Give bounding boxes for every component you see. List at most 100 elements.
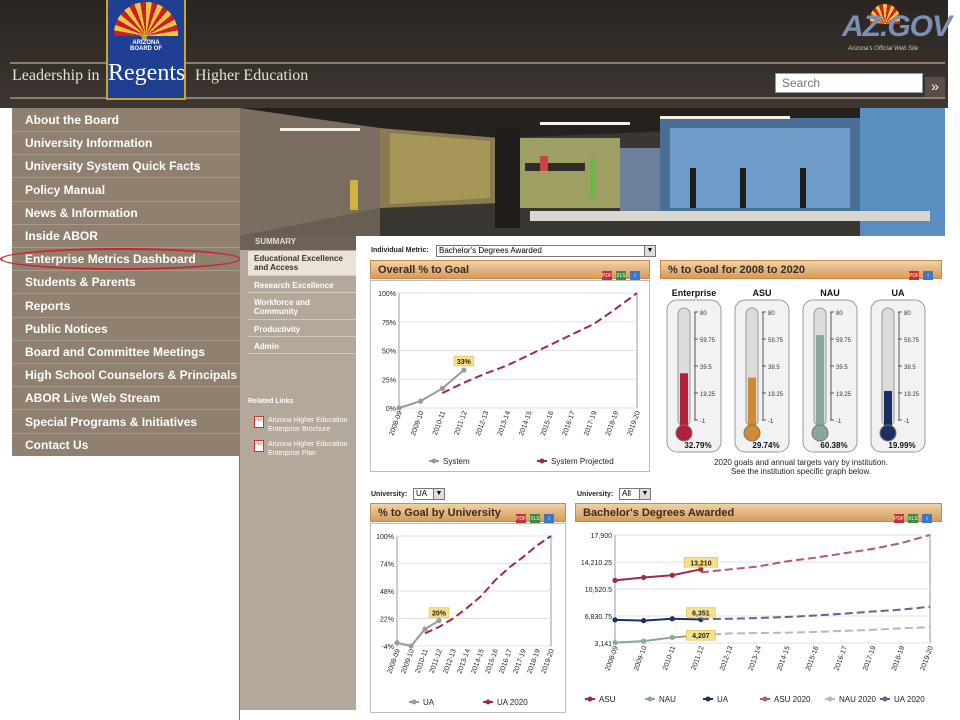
x-tick-label: 2010-11: [432, 410, 447, 436]
bachelors-chart: 17,900 14,210.25 10,520.5 6,830.75 3,141 2008…: [575, 523, 942, 713]
azgov-logo-text: AZ.GOV: [842, 10, 952, 43]
scale-label: 59.75: [836, 338, 852, 344]
x-tick-label: 2016-17: [834, 645, 849, 672]
nav-item-10[interactable]: Board and Committee Meetings: [12, 341, 240, 364]
summary-item-1[interactable]: Research Excellence: [248, 278, 356, 293]
thermometer-frame: [734, 299, 790, 453]
legend-label: UA: [423, 698, 435, 707]
x-tick-label: 2017-19: [513, 648, 528, 675]
legend-label: ASU 2020: [774, 695, 811, 704]
nav-item-13[interactable]: Special Programs & Initiatives: [12, 411, 240, 434]
logo-text: ARIZONA BOARD OF: [130, 40, 162, 52]
summary-item-4[interactable]: Admin: [248, 339, 356, 354]
nav-item-5[interactable]: Inside ABOR: [12, 225, 240, 248]
x-tick-label: 2017-19: [583, 410, 598, 437]
data-point: [408, 643, 414, 649]
scale-label: -1: [904, 419, 910, 425]
data-label: 6,351: [692, 611, 710, 618]
metric-select[interactable]: Bachelor's Degrees Awarded ▼: [436, 245, 656, 257]
x-tick-label: 2018-19: [605, 410, 620, 437]
legend-marker: [882, 696, 888, 702]
scale-label: 39.5: [768, 365, 780, 371]
legend-marker: [647, 696, 653, 702]
summary-item-2[interactable]: Workforce and Community: [248, 295, 356, 320]
legend-marker: [827, 696, 833, 702]
azgov-logo[interactable]: AZ.GOV Arizona's Official Web Site: [842, 4, 952, 54]
x-tick-label: 2011-12: [454, 410, 469, 436]
nav-item-7[interactable]: Students & Parents: [12, 271, 240, 295]
legend-label: UA: [717, 695, 729, 704]
thermometer-fill: [816, 335, 824, 426]
scale-label: -1: [836, 419, 842, 425]
panel-goal-actions: PDF i: [905, 264, 933, 282]
university-select[interactable]: UA ▼: [413, 488, 445, 500]
nav-item-14[interactable]: Contact Us: [12, 434, 240, 457]
nav-item-2[interactable]: University System Quick Facts: [12, 155, 240, 179]
university-select-value: UA: [416, 489, 428, 498]
scale-label: 59.75: [768, 338, 784, 344]
thermometer-chart: Enterprise 80 59.75 39.5 19.25 -1 32.79% ASU 80 5…: [660, 280, 942, 456]
nav-item-1[interactable]: University Information: [12, 132, 240, 156]
x-tick-label: 2015-16: [485, 648, 500, 675]
y-tick-label: 25%: [382, 377, 396, 384]
data-point: [641, 638, 647, 644]
legend-label: NAU: [659, 695, 676, 704]
nav-item-8[interactable]: Reports: [12, 295, 240, 318]
thermometer-title: ASU: [752, 288, 771, 298]
nav-item-3[interactable]: Policy Manual: [12, 179, 240, 202]
metric-select-value: Bachelor's Degrees Awarded: [439, 246, 542, 255]
nav-item-0[interactable]: About the Board: [12, 109, 240, 132]
university-label: University:: [371, 491, 408, 498]
legend-label: NAU 2020: [839, 695, 876, 704]
tagline-right: Higher Education: [195, 67, 309, 84]
legend-marker: [539, 458, 545, 464]
data-point: [641, 618, 647, 624]
data-point: [669, 616, 675, 622]
scale-label: 59.75: [700, 338, 716, 344]
scale-label: -1: [700, 419, 706, 425]
thermometer-value: 19.99%: [888, 441, 915, 450]
data-label: 33%: [457, 359, 472, 366]
logo-name: Regents: [108, 60, 186, 86]
pdf-icon: PDF: [254, 416, 264, 428]
blank-area: [0, 456, 240, 720]
thermometer-frame: [870, 299, 926, 453]
search-input[interactable]: [775, 73, 923, 93]
x-tick-label: 2008-09: [389, 410, 404, 437]
nav-item-11[interactable]: High School Counselors & Principals: [12, 364, 240, 388]
azgov-subtitle: Arizona's Official Web Site: [848, 46, 919, 52]
x-tick-label: 2019-20: [541, 648, 556, 675]
panel-bachelors-header: Bachelor's Degrees Awarded: [575, 503, 942, 522]
panel-goal-header: % to Goal for 2008 to 2020: [660, 260, 942, 279]
y-tick-label: 100%: [376, 534, 394, 541]
related-links-title: Related Links: [248, 398, 294, 405]
y-tick-label: 100%: [378, 291, 396, 298]
data-label: 20%: [432, 611, 447, 618]
x-tick-label: 2012-13: [443, 648, 458, 675]
metric-label: Individual Metric:: [371, 247, 429, 254]
data-point: [439, 385, 445, 392]
legend-marker: [705, 696, 711, 702]
x-tick-label: 2012-13: [719, 645, 734, 672]
summary-item-3[interactable]: Productivity: [248, 322, 356, 337]
nav-item-12[interactable]: ABOR Live Web Stream: [12, 387, 240, 411]
data-point: [669, 572, 675, 578]
data-point: [641, 574, 647, 581]
thermometer-fill: [884, 390, 892, 426]
x-tick-label: 2008-09: [387, 648, 402, 675]
legend-label: System: [443, 457, 470, 466]
abor-logo[interactable]: ★ ARIZONA BOARD OF Regents: [106, 0, 186, 100]
scale-label: 19.25: [836, 392, 852, 398]
search-button[interactable]: »: [925, 77, 945, 97]
nav-item-9[interactable]: Public Notices: [12, 318, 240, 341]
y-tick-label: 10,520.5: [585, 587, 612, 594]
nav-item-4[interactable]: News & Information: [12, 202, 240, 225]
thermometer-fill: [748, 377, 756, 426]
data-point: [669, 634, 675, 641]
pdf-icon: PDF: [254, 440, 264, 452]
university-select-all[interactable]: All ▼: [619, 488, 651, 500]
thermometer-value: 29.74%: [752, 441, 779, 450]
legend-label: UA 2020: [894, 695, 925, 704]
y-tick-label: 0%: [386, 406, 396, 413]
summary-item-0[interactable]: Educational Excellence and Access: [248, 251, 356, 276]
